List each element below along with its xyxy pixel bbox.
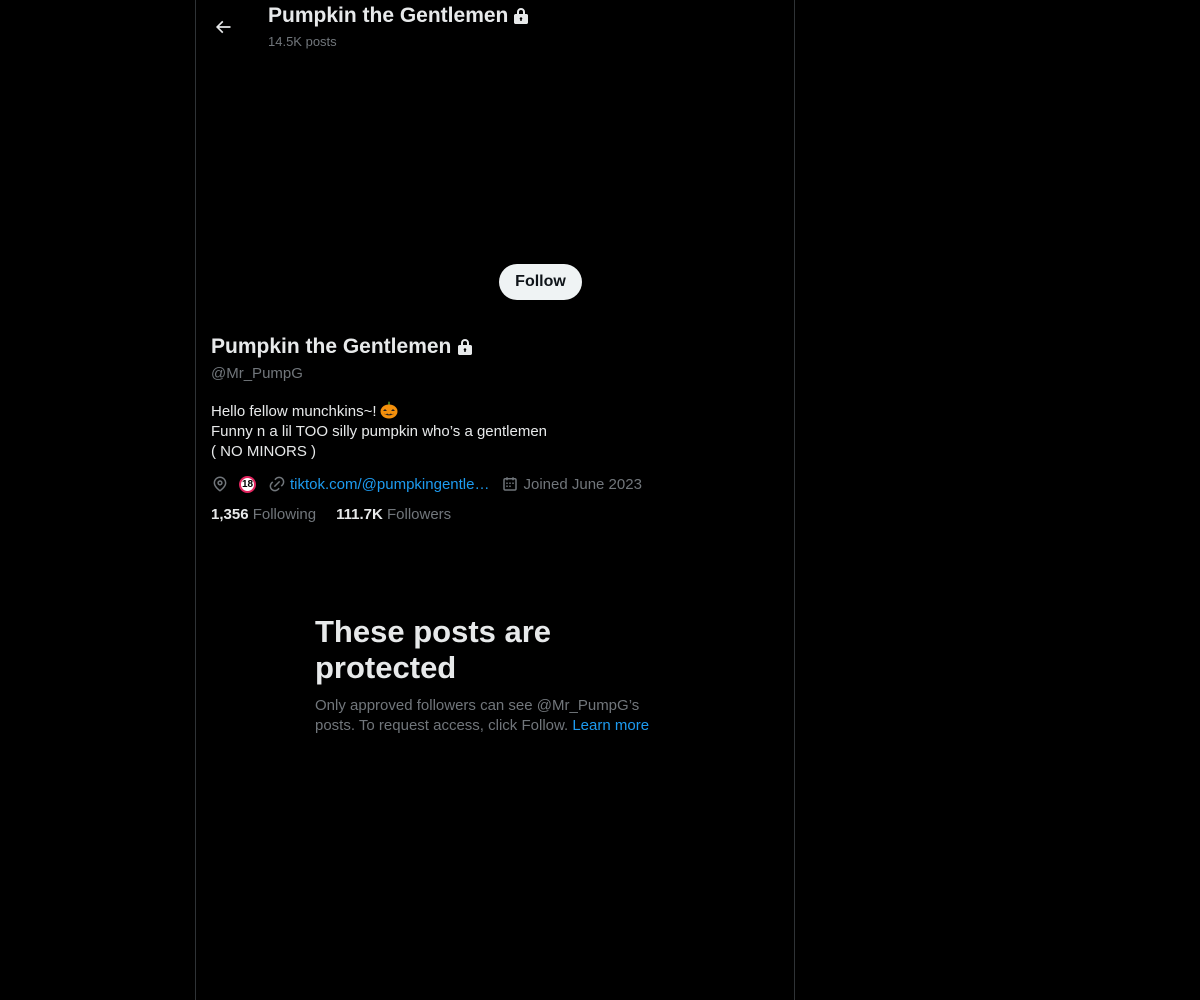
- protected-title: These posts are protected: [315, 614, 552, 685]
- profile-content: Pumpkin the Gentlemen @Mr_PumpG Hello fe…: [195, 0, 793, 1000]
- follow-stats: 1,356 Following 111.7K Followers: [211, 506, 451, 523]
- website[interactable]: tiktok.com/@pumpkingentle…: [268, 475, 489, 493]
- location: 18: [211, 475, 256, 493]
- profile-handle: @Mr_PumpG: [211, 365, 303, 382]
- followers-link[interactable]: 111.7K Followers: [336, 506, 451, 523]
- followers-label: Followers: [386, 506, 452, 523]
- website-link[interactable]: tiktok.com/@pumpkingentle…: [290, 476, 489, 493]
- profile-bio: Hello fellow munchkins~! Funny n a lil T…: [211, 401, 547, 462]
- profile-name: Pumpkin the Gentlemen: [211, 335, 473, 359]
- protected-description: Only approved followers can see @Mr_Pump…: [315, 696, 675, 736]
- following-link[interactable]: 1,356 Following: [211, 506, 316, 523]
- following-count: 1,356: [211, 506, 249, 523]
- display-name: Pumpkin the Gentlemen: [211, 335, 452, 358]
- bio-line-1: Hello fellow munchkins~!: [211, 401, 547, 422]
- learn-more-link[interactable]: Learn more: [572, 717, 649, 734]
- calendar-icon: [503, 477, 518, 491]
- location-pin-icon: [213, 476, 227, 492]
- profile-meta: 18 tiktok.com/@pumpkingentle… Joined Jun…: [211, 473, 654, 495]
- lock-icon: [457, 338, 473, 356]
- bio-line-2: Funny n a lil TOO silly pumpkin who’s a …: [211, 423, 547, 440]
- link-icon: [269, 476, 285, 492]
- following-label: Following: [252, 506, 317, 523]
- bio-line-3: ( NO MINORS ): [211, 443, 316, 460]
- join-date: Joined June 2023: [501, 475, 642, 493]
- joined-text: Joined June 2023: [523, 475, 642, 493]
- jack-o-lantern-icon: [380, 401, 397, 419]
- protected-notice: These posts are protected Only approved …: [315, 614, 675, 736]
- no-under-18-badge: 18: [239, 475, 256, 493]
- followers-count: 111.7K: [336, 506, 383, 523]
